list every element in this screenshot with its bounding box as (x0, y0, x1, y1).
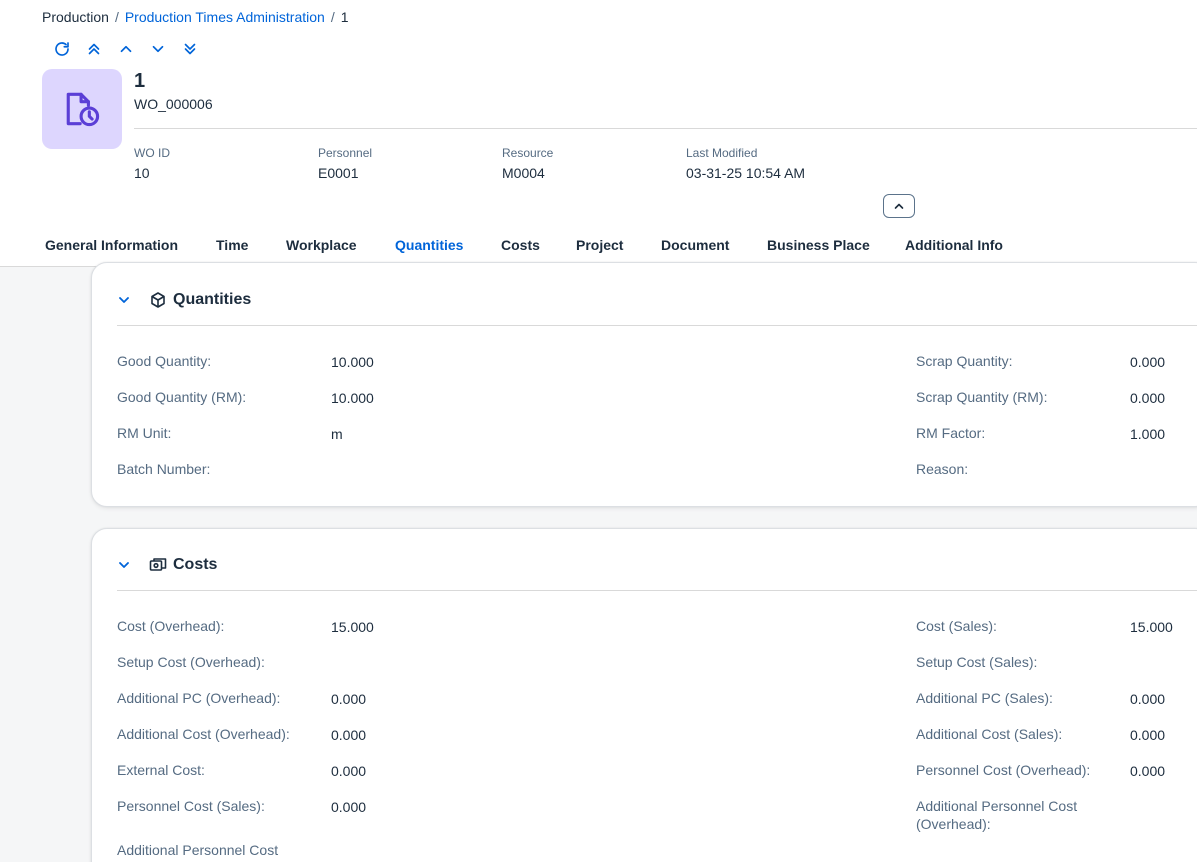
refresh-icon (55, 42, 69, 56)
section-divider (117, 590, 1197, 591)
additional-personnel-cost-label: Additional Personnel Cost (117, 842, 279, 858)
collapse-header-button[interactable] (883, 194, 915, 218)
previous-record-button[interactable] (110, 38, 142, 60)
chevron-down-icon[interactable] (117, 558, 131, 572)
kpi-label: Last Modified (686, 146, 758, 160)
setup-cost-overhead-label: Setup Cost (Overhead): (117, 654, 265, 670)
section-title: Costs (173, 556, 218, 573)
document-clock-icon (66, 92, 100, 127)
kpi-value: E0001 (318, 165, 359, 181)
previous-record-icon (120, 45, 132, 53)
section-header: Costs (117, 554, 217, 576)
rm-factor-label: RM Factor: (916, 425, 986, 441)
rm-unit-label: RM Unit: (117, 425, 172, 441)
quantities-section: Quantities Good Quantity: 10.000 Good Qu… (91, 262, 1197, 507)
personnel-cost-sales-label: Personnel Cost (Sales): (117, 798, 265, 814)
header-divider (134, 128, 1197, 129)
rm-factor-value: 1.000 (1130, 426, 1166, 442)
reason-label: Reason: (916, 461, 969, 477)
kpi-value: 10 (134, 165, 150, 181)
chevron-down-icon[interactable] (117, 293, 131, 307)
external-cost-value: 0.000 (331, 763, 367, 779)
good-quantity-label: Good Quantity: (117, 353, 212, 369)
breadcrumb-current: 1 (340, 9, 349, 25)
batch-number-label: Batch Number: (117, 461, 211, 477)
additional-cost-overhead-value: 0.000 (331, 727, 367, 743)
additional-pc-overhead-label: Additional PC (Overhead): (117, 690, 281, 706)
scrap-quantity-rm-label: Scrap Quantity (RM): (916, 389, 1048, 405)
cost-sales-value: 15.000 (1130, 619, 1173, 635)
additional-pc-overhead-value: 0.000 (331, 691, 367, 707)
page-subtitle: WO_000006 (134, 96, 213, 112)
breadcrumb: Production / Production Times Administrati… (42, 9, 349, 25)
chevron-up-icon (894, 203, 904, 209)
first-record-icon (88, 43, 100, 55)
kpi-value: M0004 (502, 165, 545, 181)
section-title: Quantities (173, 291, 252, 308)
breadcrumb-separator: / (114, 9, 119, 25)
first-record-button[interactable] (78, 38, 110, 60)
page-title: 1 (134, 70, 146, 92)
breadcrumb-root[interactable]: Production (42, 9, 109, 25)
last-record-icon (184, 43, 196, 55)
rm-unit-value: m (331, 426, 343, 442)
breadcrumb-separator: / (330, 9, 335, 25)
good-quantity-value: 10.000 (331, 354, 374, 370)
additional-personnel-cost-overhead-label: Additional Personnel Cost (Overhead): (916, 798, 1078, 832)
setup-cost-sales-label: Setup Cost (Sales): (916, 654, 1038, 670)
cost-overhead-label: Cost (Overhead): (117, 618, 225, 634)
additional-pc-sales-value: 0.000 (1130, 691, 1166, 707)
section-divider (117, 325, 1197, 326)
personnel-cost-overhead-label: Personnel Cost (Overhead): (916, 762, 1091, 778)
package-icon (151, 292, 165, 308)
kpi-resource: Resource M0004 (502, 146, 553, 181)
object-page-header: Production / Production Times Administrati… (0, 0, 1197, 267)
additional-pc-sales-label: Additional PC (Sales): (916, 690, 1053, 706)
kpi-label: WO ID (134, 146, 170, 160)
additional-cost-overhead-label: Additional Cost (Overhead): (117, 726, 290, 742)
avatar (42, 69, 122, 149)
external-cost-label: External Cost: (117, 762, 205, 778)
good-quantity-rm-label: Good Quantity (RM): (117, 389, 247, 405)
breadcrumb-parent-link[interactable]: Production Times Administration (125, 9, 325, 25)
money-bills-icon (149, 558, 167, 571)
kpi-wo-id: WO ID 10 (134, 146, 170, 181)
kpi-last-modified: Last Modified 03-31-25 10:54 AM (686, 146, 805, 181)
kpi-label: Resource (502, 146, 554, 160)
record-navigation-toolbar (46, 38, 206, 60)
scrap-quantity-value: 0.000 (1130, 354, 1166, 370)
last-record-button[interactable] (174, 38, 206, 60)
next-record-button[interactable] (142, 38, 174, 60)
additional-cost-sales-value: 0.000 (1130, 727, 1166, 743)
good-quantity-rm-value: 10.000 (331, 390, 374, 406)
next-record-icon (152, 45, 164, 53)
personnel-cost-sales-value: 0.000 (331, 799, 367, 815)
cost-sales-label: Cost (Sales): (916, 618, 997, 634)
kpi-value: 03-31-25 10:54 AM (686, 165, 806, 181)
refresh-button[interactable] (46, 38, 78, 60)
scrap-quantity-rm-value: 0.000 (1130, 390, 1166, 406)
section-header: Quantities (117, 289, 251, 311)
personnel-cost-overhead-value: 0.000 (1130, 763, 1166, 779)
additional-cost-sales-label: Additional Cost (Sales): (916, 726, 1063, 742)
kpi-personnel: Personnel E0001 (318, 146, 372, 181)
costs-section: Costs Cost (Overhead): 15.000 Setup Cost… (91, 528, 1197, 862)
scrap-quantity-label: Scrap Quantity: (916, 353, 1013, 369)
kpi-label: Personnel (318, 146, 373, 160)
cost-overhead-value: 15.000 (331, 619, 374, 635)
